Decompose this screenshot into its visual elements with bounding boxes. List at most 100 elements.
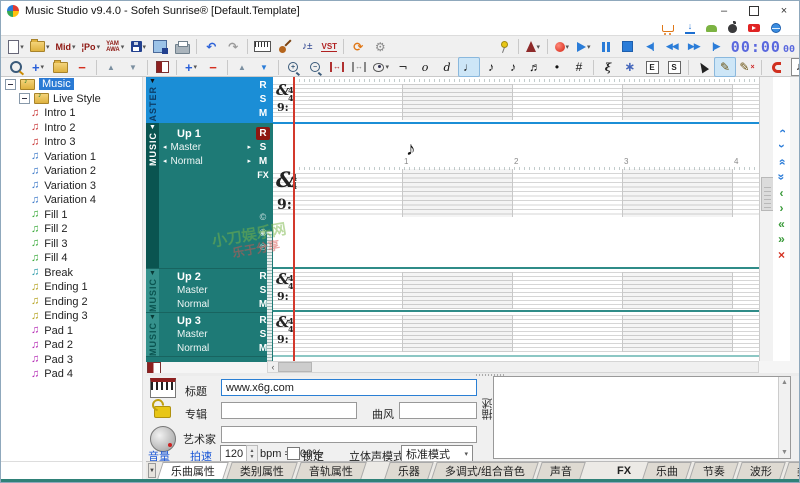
tab-sound[interactable]: 声音 [536,462,586,479]
scroll-up-icon[interactable]: › [773,123,790,139]
mixer-scrollbar[interactable] [267,231,272,361]
tree-group[interactable]: Live Style [1,92,142,107]
tree-item[interactable]: ♫ Ending 1 [1,280,142,295]
score-vertical-scrollbar[interactable] [759,77,774,361]
title-input[interactable]: www.x6g.com [221,379,477,396]
import-midi-button[interactable]: Mid▾ [53,37,79,57]
tree-group-label[interactable]: Live Style [53,93,101,105]
phonogram-icon[interactable]: ℗ [260,240,267,254]
track-up-button[interactable]: ▲ [231,57,253,77]
toggle-panel-button[interactable] [151,57,173,77]
stereo-mode-select[interactable]: 标准模式▾ [401,445,473,462]
duration-half-button[interactable]: d [436,57,458,77]
jump-left-icon[interactable]: « [773,216,790,232]
step-left-icon[interactable]: ‹ [773,185,790,201]
tab-rhythm[interactable]: 节奏 [689,462,739,479]
tree-item[interactable]: ♫ Fill 2 [1,222,142,237]
pencil-tool-button[interactable]: ✎ [714,57,736,77]
master-mute-button[interactable]: M [259,107,267,120]
duration-breve-button[interactable]: ¬ [392,57,414,77]
copyright-icon[interactable]: © [260,210,267,224]
tree-item[interactable]: ♫ Ending 3 [1,309,142,324]
tab-waveform[interactable]: 波形 [736,462,786,479]
microphone-button[interactable] [493,37,515,57]
step-right-icon[interactable]: › [773,201,790,217]
playhead[interactable] [293,77,295,361]
record-arm-button[interactable]: R [259,270,266,283]
tree-item[interactable]: ♫ Ending 2 [1,295,142,310]
undo-button[interactable]: ↶ [200,37,222,57]
tree-item[interactable]: ♫ Pad 4 [1,367,142,382]
tab-track-properties[interactable]: 音轨属性 [295,462,367,479]
website-icon[interactable] [771,23,781,33]
redo-button[interactable]: ↷ [222,37,244,57]
master-record-button[interactable]: R [259,79,266,92]
tab-instrument[interactable]: 乐器 [384,462,434,479]
scroll-down-icon[interactable]: › [773,139,790,155]
rewind-button[interactable]: ◀◀ [661,37,683,57]
close-button[interactable]: × [769,1,799,21]
next-button[interactable]: |▶ [705,37,727,57]
tree-item[interactable]: ♫ Pad 1 [1,324,142,339]
note-event[interactable]: ♪ [406,139,416,161]
fx-button[interactable]: FX [257,169,269,182]
mute-button[interactable]: M [259,342,267,355]
new-file-button[interactable]: ▾ [5,37,27,57]
master-solo-button[interactable]: S [260,93,267,106]
import-style-button[interactable]: YAMAWA▾ [103,37,127,57]
guitar-button[interactable] [274,37,296,57]
track-name[interactable]: Up 1 [159,127,253,141]
save-button[interactable]: ▾ [127,37,149,57]
previous-button[interactable]: ◀| [639,37,661,57]
android-icon[interactable] [706,25,717,32]
youtube-icon[interactable] [748,24,760,32]
export-button[interactable] [149,37,171,57]
page-up-icon[interactable]: » [773,154,790,170]
solo-button[interactable]: S [260,141,267,154]
tree-root[interactable]: Music [1,77,142,92]
tab-song[interactable]: 乐曲 [642,462,692,479]
tab-fx[interactable]: FX [606,462,642,479]
tab-list-dropdown[interactable]: ▼ [148,463,156,478]
tab-category-properties[interactable]: 类别属性 [226,462,298,479]
minimize-button[interactable]: – [709,1,739,21]
close-panel-icon[interactable]: × [773,247,790,263]
album-input[interactable] [221,402,357,419]
preview-button[interactable]: ▾ [370,57,392,77]
tab-multimode[interactable]: 多调式/组合音色 [431,462,539,479]
tree-item[interactable]: ♫ Fill 3 [1,237,142,252]
unlock-icon[interactable] [154,406,171,418]
collapse-icon[interactable] [5,79,16,90]
sharp-button[interactable]: # [568,57,590,77]
record-arm-button[interactable]: R [256,127,269,140]
note-edit-button[interactable]: ♪± [296,37,318,57]
tree-item[interactable]: ♫ Intro 3 [1,135,142,150]
Up 3[interactable]: ▼ MUSIC Up 3 Master Normal R S M [146,312,273,356]
tree-item[interactable]: ♫ Intro 1 [1,106,142,121]
record-button[interactable]: ▾ [551,37,573,57]
genre-input[interactable] [399,402,477,419]
move-down-button[interactable]: ▼ [122,57,144,77]
tree-item[interactable]: ♫ Variation 4 [1,193,142,208]
duration-dot-button[interactable]: • [546,57,568,77]
solo-button[interactable]: S [260,328,267,341]
dot-badge-icon[interactable]: ◉ [259,225,267,239]
metronome-button[interactable]: ▾ [522,37,544,57]
tree-item[interactable]: ♫ Pad 2 [1,338,142,353]
track-collapse[interactable]: ▼ MUSIC [146,313,159,356]
tree-item[interactable]: ♫ Pad 3 [1,353,142,368]
duration-sixteenth-button[interactable]: ♪ [502,57,524,77]
track-up1-collapse[interactable]: ▼ MUSIC [146,123,159,268]
description-scrollbar[interactable]: ▲▼ [778,377,790,458]
tab-song-properties[interactable]: 乐曲属性 [157,462,229,479]
mute-button[interactable]: M [259,155,267,168]
staff-view-button[interactable]: S [663,57,685,77]
lock-checkbox[interactable] [287,447,300,460]
track-patch-row[interactable]: ◂Normal▸ [159,155,253,169]
remove-track-button[interactable]: − [202,57,224,77]
snap-value-select[interactable]: ♪ 1/8▾ [791,58,800,76]
collapse-icon[interactable] [19,93,30,104]
refresh-button[interactable]: ⟳ [347,37,369,57]
zoom-in-button[interactable]: + [282,57,304,77]
stop-button[interactable] [617,37,639,57]
